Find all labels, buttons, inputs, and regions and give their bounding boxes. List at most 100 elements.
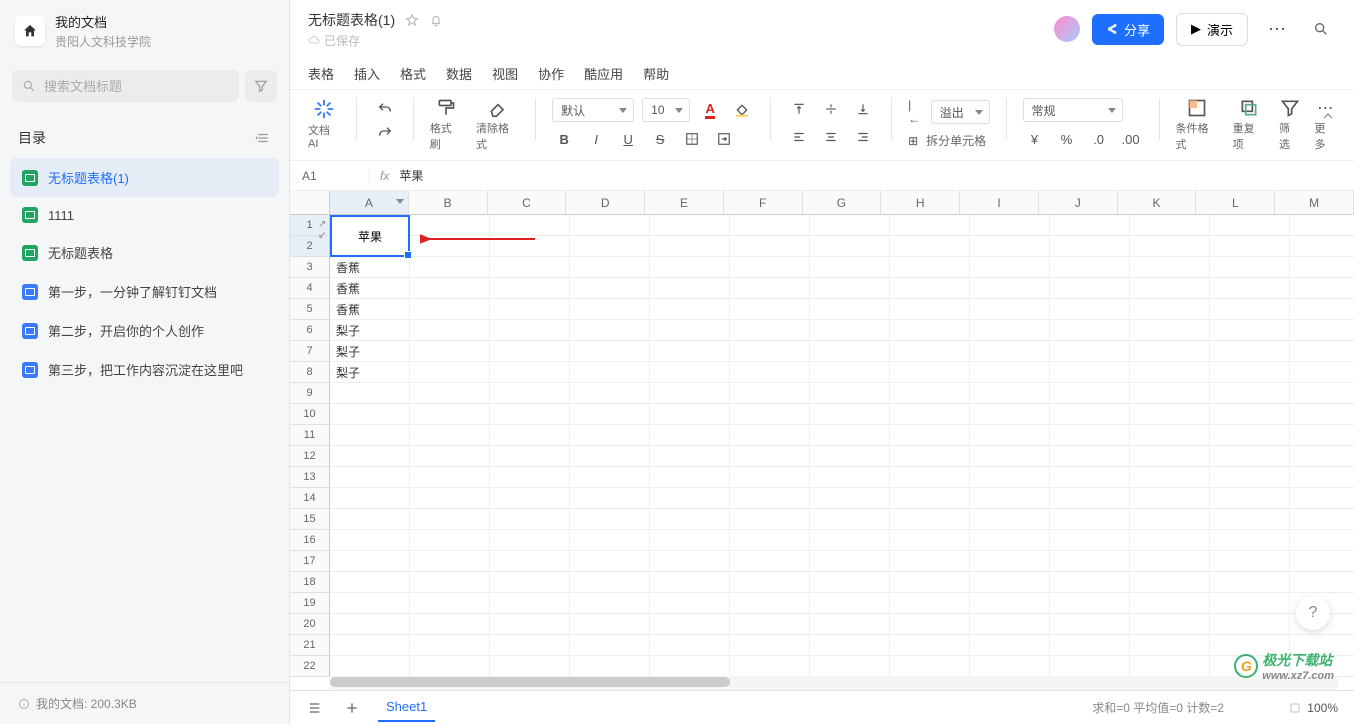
cell[interactable] xyxy=(330,425,410,446)
menu-item[interactable]: 插入 xyxy=(354,64,380,83)
cell[interactable] xyxy=(1050,278,1130,299)
cell[interactable] xyxy=(1130,614,1210,635)
cell[interactable] xyxy=(570,257,650,278)
cell[interactable] xyxy=(1290,572,1354,593)
cell[interactable] xyxy=(1290,404,1354,425)
cell[interactable] xyxy=(1210,635,1290,656)
cell[interactable] xyxy=(1210,320,1290,341)
cell[interactable] xyxy=(1130,320,1210,341)
row-header[interactable]: 18 xyxy=(290,572,330,593)
row-header[interactable]: 11 xyxy=(290,425,330,446)
cell[interactable] xyxy=(330,467,410,488)
cell[interactable] xyxy=(1210,614,1290,635)
cell[interactable] xyxy=(730,635,810,656)
cell[interactable] xyxy=(730,278,810,299)
cell[interactable] xyxy=(730,614,810,635)
cell[interactable] xyxy=(410,215,490,236)
cell[interactable] xyxy=(330,656,410,677)
cell[interactable] xyxy=(810,257,890,278)
cell[interactable] xyxy=(730,551,810,572)
cell[interactable] xyxy=(570,635,650,656)
cell[interactable] xyxy=(1130,341,1210,362)
align-left-button[interactable] xyxy=(787,126,811,148)
cell[interactable] xyxy=(730,530,810,551)
cell[interactable] xyxy=(1050,215,1130,236)
cell[interactable] xyxy=(570,425,650,446)
cell[interactable] xyxy=(570,593,650,614)
cell[interactable] xyxy=(570,362,650,383)
cell[interactable] xyxy=(570,656,650,677)
cell[interactable] xyxy=(330,383,410,404)
cell[interactable] xyxy=(1050,425,1130,446)
cell[interactable] xyxy=(570,509,650,530)
cell[interactable] xyxy=(730,509,810,530)
cell[interactable] xyxy=(970,530,1050,551)
cell[interactable] xyxy=(330,446,410,467)
align-center-button[interactable] xyxy=(819,126,843,148)
cell[interactable] xyxy=(970,362,1050,383)
cell[interactable] xyxy=(730,446,810,467)
decimal-dec-button[interactable]: .0 xyxy=(1087,128,1111,150)
cell[interactable] xyxy=(1210,488,1290,509)
valign-bottom-button[interactable] xyxy=(851,98,875,120)
cell[interactable] xyxy=(1130,446,1210,467)
cell[interactable] xyxy=(410,257,490,278)
doc-item[interactable]: 第三步，把工作内容沉淀在这里吧 xyxy=(0,350,289,389)
cell[interactable] xyxy=(570,572,650,593)
column-header[interactable]: H xyxy=(881,191,960,215)
expand-icon[interactable]: ↗↙ xyxy=(318,219,326,241)
cell[interactable] xyxy=(730,593,810,614)
avatar[interactable] xyxy=(1054,16,1080,42)
doc-item[interactable]: 第一步，一分钟了解钉钉文档 xyxy=(0,272,289,311)
doc-item[interactable]: 第二步，开启你的个人创作 xyxy=(0,311,289,350)
row-header[interactable]: 5 xyxy=(290,299,330,320)
cell[interactable] xyxy=(650,278,730,299)
cell[interactable] xyxy=(1050,362,1130,383)
cell[interactable] xyxy=(650,446,730,467)
cell[interactable] xyxy=(890,656,970,677)
merge-cells-button[interactable] xyxy=(712,128,736,150)
cell[interactable] xyxy=(890,530,970,551)
overflow-select[interactable]: 溢出 xyxy=(931,100,990,124)
column-header[interactable]: L xyxy=(1196,191,1275,215)
cell[interactable] xyxy=(810,635,890,656)
cell[interactable] xyxy=(730,656,810,677)
cell[interactable] xyxy=(890,257,970,278)
row-header[interactable]: 19 xyxy=(290,593,330,614)
clear-format[interactable]: 清除格式 xyxy=(476,98,519,152)
cell[interactable] xyxy=(1130,656,1210,677)
cell[interactable] xyxy=(410,341,490,362)
cell[interactable] xyxy=(1210,362,1290,383)
cell[interactable] xyxy=(1210,509,1290,530)
cell[interactable] xyxy=(650,551,730,572)
decimal-inc-button[interactable]: .00 xyxy=(1119,128,1143,150)
cell[interactable] xyxy=(730,467,810,488)
cell[interactable] xyxy=(410,551,490,572)
cell[interactable] xyxy=(1210,257,1290,278)
cell[interactable] xyxy=(1290,299,1354,320)
cell[interactable] xyxy=(650,341,730,362)
cell[interactable] xyxy=(730,215,810,236)
cell[interactable] xyxy=(890,614,970,635)
cell[interactable] xyxy=(730,572,810,593)
cell[interactable] xyxy=(650,530,730,551)
cell[interactable] xyxy=(650,635,730,656)
more-menu-icon[interactable]: ⋯ xyxy=(1260,19,1294,40)
cell[interactable] xyxy=(970,635,1050,656)
zoom-control[interactable]: 100% xyxy=(1289,701,1338,715)
cell[interactable] xyxy=(810,551,890,572)
cell[interactable] xyxy=(970,593,1050,614)
cell[interactable] xyxy=(410,320,490,341)
menu-item[interactable]: 帮助 xyxy=(643,64,669,83)
cell[interactable] xyxy=(410,467,490,488)
cell[interactable] xyxy=(1050,383,1130,404)
cell[interactable] xyxy=(1050,320,1130,341)
cell[interactable] xyxy=(330,614,410,635)
cell[interactable]: 梨子 xyxy=(330,341,410,362)
cell[interactable] xyxy=(570,299,650,320)
cell[interactable] xyxy=(410,593,490,614)
cell[interactable] xyxy=(970,656,1050,677)
cell[interactable] xyxy=(1130,404,1210,425)
cell[interactable] xyxy=(890,572,970,593)
cell[interactable] xyxy=(730,383,810,404)
